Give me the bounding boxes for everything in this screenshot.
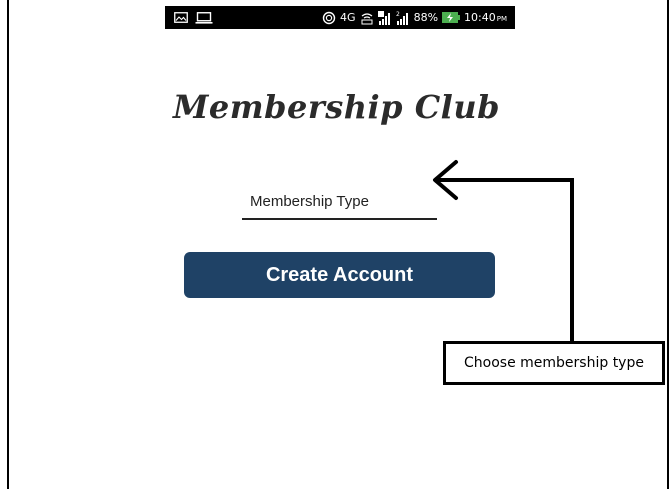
screen-frame bbox=[7, 0, 669, 489]
status-time: 10:40PM bbox=[464, 11, 507, 24]
svg-text:2: 2 bbox=[396, 11, 400, 18]
signal-icon bbox=[377, 10, 392, 25]
annotation-text: Choose membership type bbox=[464, 355, 644, 371]
wifi-icon bbox=[322, 11, 336, 25]
annotation-callout: Choose membership type bbox=[443, 341, 665, 385]
battery-percent: 88% bbox=[413, 11, 439, 24]
laptop-icon bbox=[195, 11, 213, 24]
status-bar: 4G 2 88% 10:40PM bbox=[165, 6, 515, 29]
image-icon bbox=[174, 12, 188, 23]
membership-type-input[interactable] bbox=[242, 184, 437, 218]
signal-2-icon: 2 bbox=[396, 11, 410, 25]
battery-charging-icon bbox=[442, 12, 461, 23]
membership-type-field[interactable] bbox=[242, 184, 437, 220]
app-title: Membership Club bbox=[173, 88, 500, 126]
network-label: 4G bbox=[340, 11, 356, 24]
volte-icon bbox=[360, 11, 374, 25]
create-account-button[interactable]: Create Account bbox=[184, 252, 495, 298]
